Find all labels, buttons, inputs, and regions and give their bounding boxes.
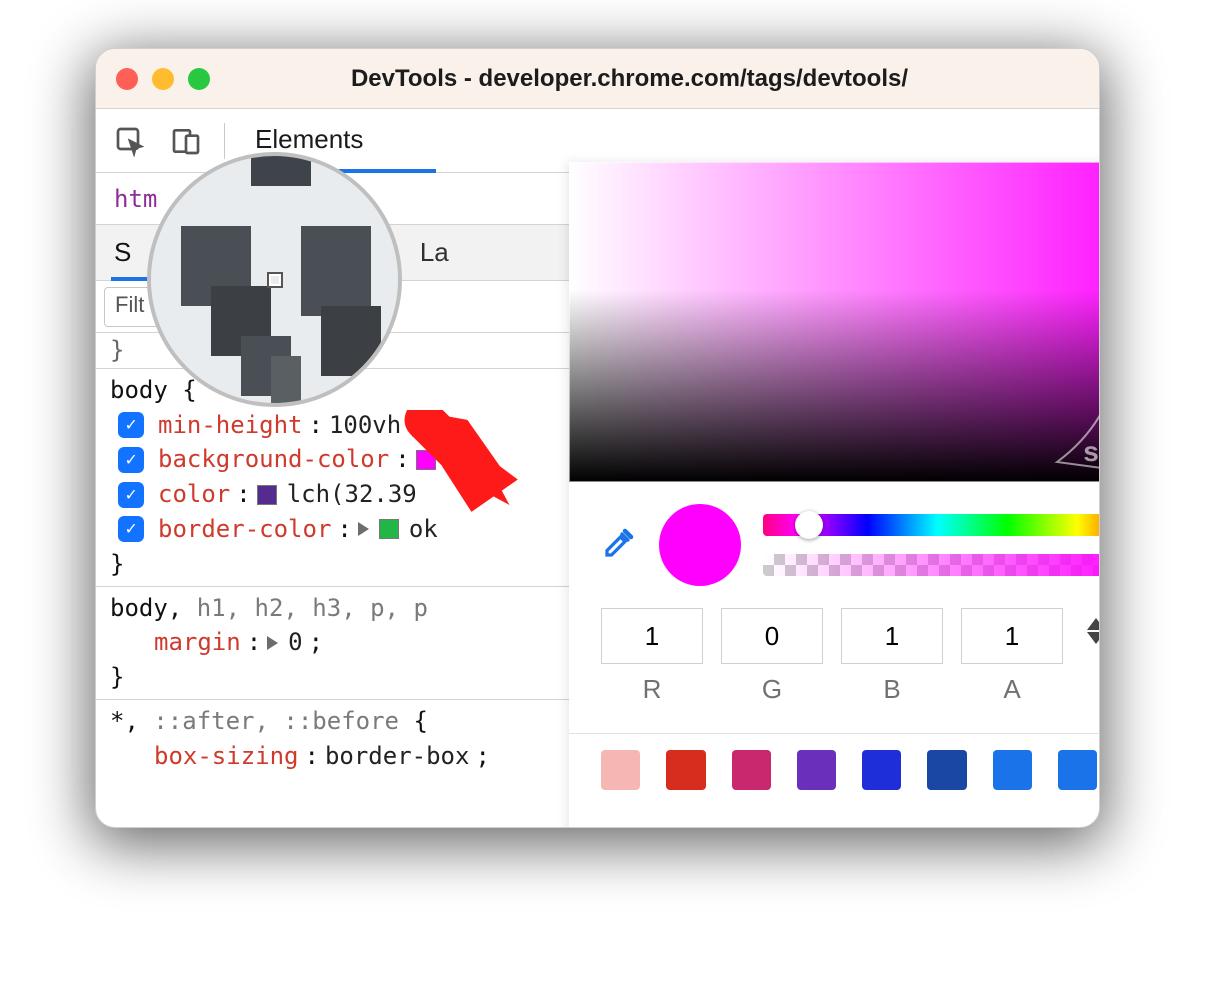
gamut-label: sRGB <box>1083 436 1100 468</box>
open-brace: { <box>168 376 197 404</box>
hue-knob[interactable] <box>795 511 823 539</box>
palette-swatch[interactable] <box>1058 750 1097 790</box>
format-cycler[interactable] <box>1087 618 1100 644</box>
css-property[interactable]: color <box>158 477 230 512</box>
channel-label-a: A <box>1003 674 1020 705</box>
checkbox-icon[interactable]: ✓ <box>118 482 144 508</box>
palette-swatch[interactable] <box>732 750 771 790</box>
palette-swatch[interactable] <box>862 750 901 790</box>
window-title: DevTools - developer.chrome.com/tags/dev… <box>240 65 1019 93</box>
chevron-down-icon <box>1087 632 1100 644</box>
chevron-up-icon <box>1087 618 1100 630</box>
css-value[interactable]: border-box <box>325 739 470 774</box>
css-property[interactable]: border-color <box>158 512 331 547</box>
breadcrumb-item: htm <box>114 185 157 213</box>
channel-label-g: G <box>762 674 782 705</box>
alpha-slider[interactable] <box>763 554 1100 576</box>
channel-label-b: B <box>883 674 900 705</box>
rgba-inputs: 1 R 0 G 1 B 1 A <box>569 596 1100 711</box>
css-value[interactable]: 100vh <box>329 408 401 443</box>
palette-swatch[interactable] <box>601 750 640 790</box>
palette-swatch[interactable] <box>666 750 705 790</box>
palette-row <box>569 750 1100 790</box>
rule-selector-grey: h1, h2, h3, p, p <box>197 594 428 622</box>
divider <box>569 733 1100 734</box>
css-property[interactable]: min-height <box>158 408 303 443</box>
css-value[interactable]: lch(32.39 <box>287 477 417 512</box>
spectrum-area[interactable]: sRGB <box>569 162 1100 482</box>
expand-triangle-icon[interactable] <box>267 636 278 650</box>
color-swatch[interactable] <box>257 485 277 505</box>
checkbox-icon[interactable]: ✓ <box>118 412 144 438</box>
rule-selector: body <box>110 376 168 404</box>
palette-swatch[interactable] <box>927 750 966 790</box>
color-swatch[interactable] <box>379 519 399 539</box>
rule-selector: body, <box>110 594 197 622</box>
annotation-arrow-icon <box>402 410 527 520</box>
inspect-icon[interactable] <box>108 119 152 163</box>
channel-input-r[interactable]: 1 <box>601 608 703 664</box>
hue-slider[interactable] <box>763 514 1100 536</box>
subtab-styles[interactable]: S <box>114 237 131 268</box>
rule-selector: *, <box>110 707 153 735</box>
css-property[interactable]: margin <box>154 625 241 660</box>
checkbox-icon[interactable]: ✓ <box>118 516 144 542</box>
traffic-minimize[interactable] <box>152 68 174 90</box>
channel-input-a[interactable]: 1 <box>961 608 1063 664</box>
current-color-circle <box>659 504 741 586</box>
channel-input-b[interactable]: 1 <box>841 608 943 664</box>
channel-input-g[interactable]: 0 <box>721 608 823 664</box>
magnifier-center-pixel <box>269 274 281 286</box>
color-picker-panel: sRGB <box>569 162 1100 828</box>
css-property[interactable]: box-sizing <box>154 739 299 774</box>
toolbar-separator <box>224 123 225 159</box>
css-property[interactable]: background-color <box>158 442 389 477</box>
subtab-layout[interactable]: La <box>420 237 449 268</box>
channel-label-r: R <box>643 674 662 705</box>
traffic-zoom[interactable] <box>188 68 210 90</box>
checkbox-icon[interactable]: ✓ <box>118 447 144 473</box>
eyedropper-icon[interactable] <box>601 525 637 566</box>
traffic-close[interactable] <box>116 68 138 90</box>
expand-triangle-icon[interactable] <box>358 522 369 536</box>
titlebar: DevTools - developer.chrome.com/tags/dev… <box>96 49 1099 109</box>
rule-selector-grey: ::after, ::before <box>153 707 399 735</box>
palette-swatch[interactable] <box>993 750 1032 790</box>
device-toggle-icon[interactable] <box>164 119 208 163</box>
eyedropper-magnifier <box>147 152 402 407</box>
css-value[interactable]: 0 <box>288 625 302 660</box>
open-brace: { <box>399 707 428 735</box>
palette-swatch[interactable] <box>797 750 836 790</box>
